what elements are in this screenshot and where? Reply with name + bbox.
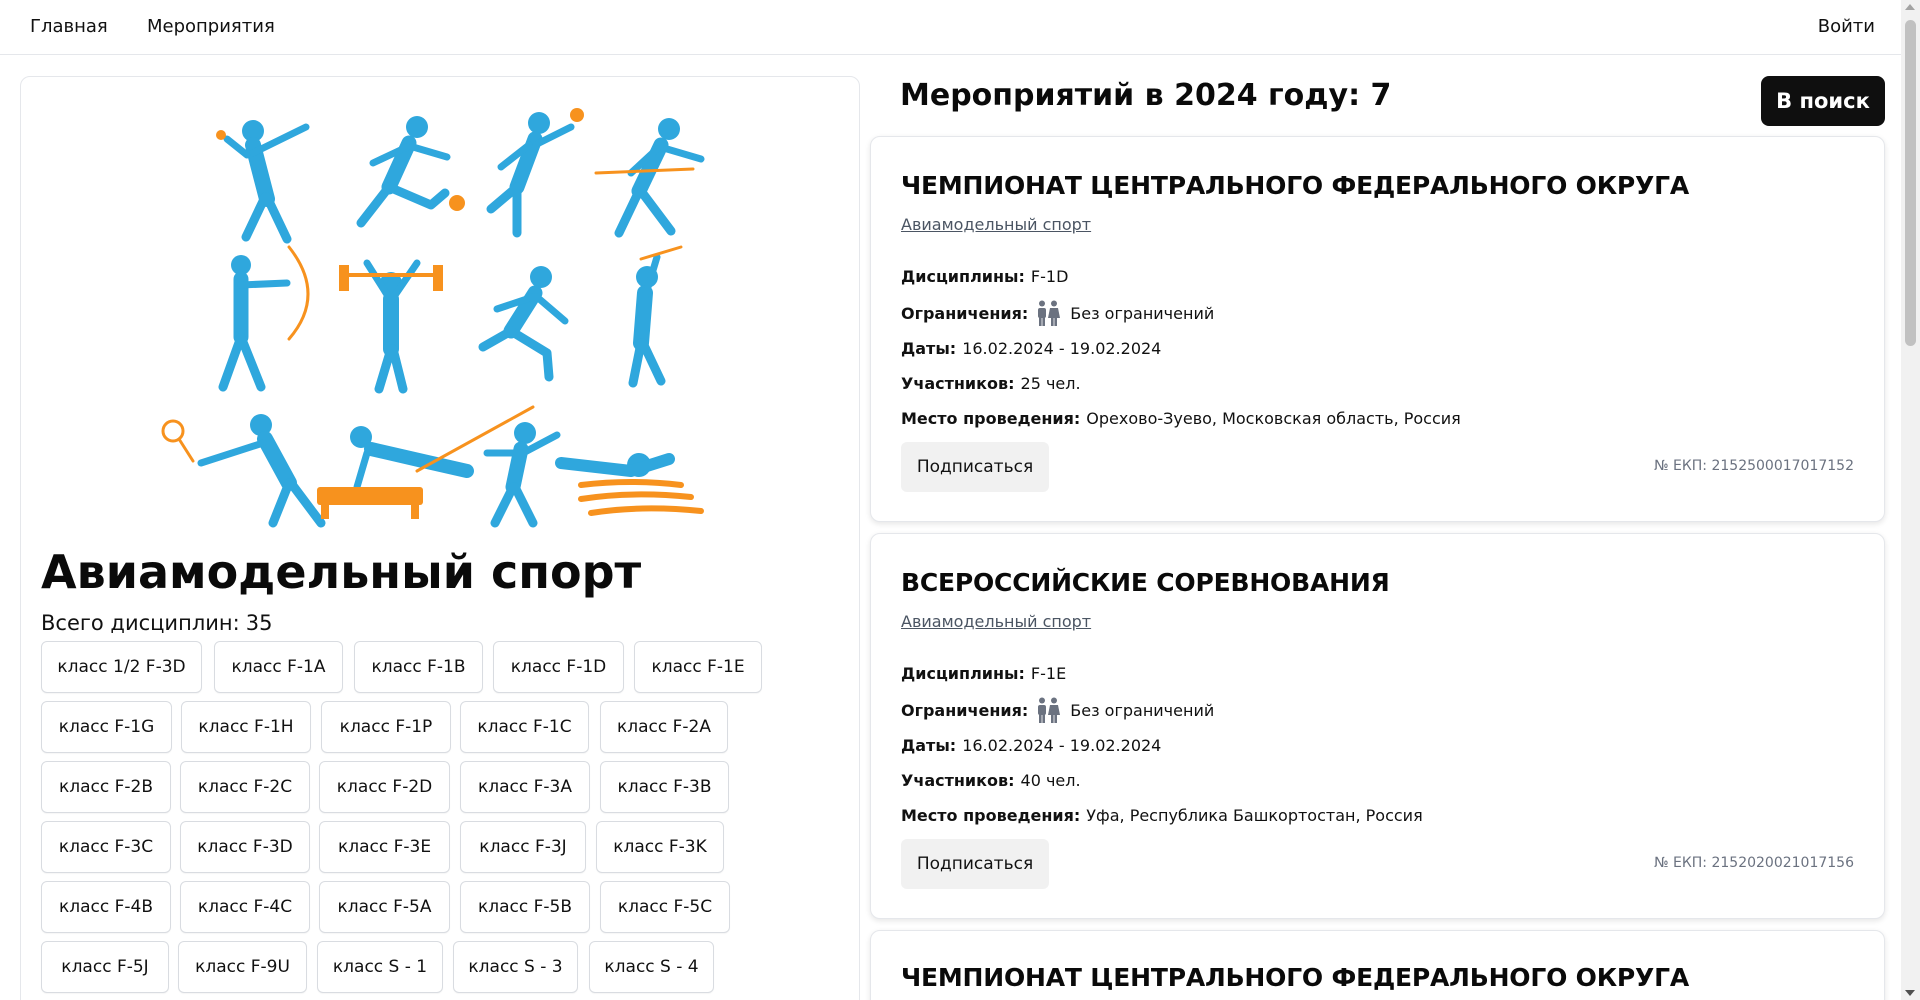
nav-home-link[interactable]: Главная: [30, 16, 108, 37]
discipline-chip[interactable]: класс F-3E: [319, 821, 450, 873]
subscribe-button[interactable]: Подписаться: [901, 442, 1049, 492]
sport-info-panel: Авиамодельный спорт Всего дисциплин: 35 к…: [20, 76, 860, 1000]
events-count-heading: Мероприятий в 2024 году: 7: [900, 78, 1392, 113]
event-restrictions: Ограничения: Без ограничений: [901, 300, 1214, 326]
ekp-number: № ЕКП: 2152500017017152: [1653, 458, 1854, 474]
discipline-chip[interactable]: класс F-1G: [41, 701, 172, 753]
event-card: ЧЕМПИОНАТ ЦЕНТРАЛЬНОГО ФЕДЕРАЛЬНОГО ОКРУ…: [870, 930, 1885, 1000]
discipline-chip[interactable]: класс F-3B: [600, 761, 729, 813]
discipline-chip[interactable]: класс F-5J: [41, 941, 169, 993]
event-title: ЧЕМПИОНАТ ЦЕНТРАЛЬНОГО ФЕДЕРАЛЬНОГО ОКРУ…: [901, 171, 1690, 200]
event-sport-link[interactable]: Авиамодельный спорт: [901, 215, 1091, 234]
disciplines-label: Дисциплины:: [901, 664, 1025, 683]
restrictions-value: Без ограничений: [1070, 700, 1215, 720]
search-button[interactable]: В поиск: [1761, 76, 1885, 126]
discipline-chip[interactable]: класс F-2D: [319, 761, 450, 813]
discipline-chip[interactable]: класс F-5A: [319, 881, 450, 933]
ekp-number: № ЕКП: 2152020021017156: [1653, 855, 1854, 871]
event-title: ЧЕМПИОНАТ ЦЕНТРАЛЬНОГО ФЕДЕРАЛЬНОГО ОКРУ…: [901, 963, 1690, 992]
discipline-chip[interactable]: класс F-3A: [460, 761, 590, 813]
event-dates: Даты: 16.02.2024 - 19.02.2024: [901, 736, 1161, 755]
discipline-chip[interactable]: класс F-1D: [493, 641, 624, 693]
discipline-chip[interactable]: класс F-2A: [600, 701, 728, 753]
discipline-chip[interactable]: класс F-1B: [354, 641, 483, 693]
place-label: Место проведения:: [901, 409, 1081, 428]
event-card: ЧЕМПИОНАТ ЦЕНТРАЛЬНОГО ФЕДЕРАЛЬНОГО ОКРУ…: [870, 136, 1885, 522]
event-participants: Участников: 40 чел.: [901, 771, 1081, 790]
event-sport-link[interactable]: Авиамодельный спорт: [901, 612, 1091, 631]
restrictions-value: Без ограничений: [1070, 303, 1215, 323]
discipline-chip[interactable]: класс F-4C: [180, 881, 310, 933]
disciplines-label: Дисциплины:: [901, 267, 1025, 286]
participants-value: 40 чел.: [1020, 771, 1081, 790]
event-card: ВСЕРОССИЙСКИЕ СОРЕВНОВАНИЯ Авиамодельный…: [870, 533, 1885, 919]
discipline-chip[interactable]: класс F-1A: [214, 641, 343, 693]
dates-value: 16.02.2024 - 19.02.2024: [962, 736, 1162, 755]
restrictions-label: Ограничения:: [901, 700, 1029, 720]
discipline-chip[interactable]: класс S - 4: [589, 941, 714, 993]
scrollbar-thumb[interactable]: [1905, 20, 1916, 346]
login-link[interactable]: Войти: [1818, 16, 1875, 37]
disciplines-count-label: Всего дисциплин:: [41, 611, 240, 635]
place-label: Место проведения:: [901, 806, 1081, 825]
discipline-chip[interactable]: класс F-3D: [180, 821, 310, 873]
discipline-chip[interactable]: класс 1/2 F-3D: [41, 641, 202, 693]
man-woman-icon: [1038, 697, 1061, 723]
disciplines-value: F-1D: [1030, 267, 1069, 286]
restrictions-label: Ограничения:: [901, 303, 1029, 323]
subscribe-button[interactable]: Подписаться: [901, 839, 1049, 889]
dates-label: Даты:: [901, 736, 957, 755]
discipline-chip[interactable]: класс F-5C: [600, 881, 730, 933]
nav-events-link[interactable]: Мероприятия: [147, 16, 275, 37]
sports-pictograms-illustration: [161, 108, 705, 528]
place-value: Уфа, Республика Башкортостан, Россия: [1086, 806, 1423, 825]
participants-value: 25 чел.: [1020, 374, 1081, 393]
discipline-chip[interactable]: класс F-9U: [178, 941, 307, 993]
dates-value: 16.02.2024 - 19.02.2024: [962, 339, 1162, 358]
disciplines-count-value: 35: [245, 611, 273, 635]
disciplines-value: F-1E: [1030, 664, 1067, 683]
top-nav: Главная Мероприятия Войти: [0, 0, 1901, 55]
discipline-chip[interactable]: класс F-4B: [41, 881, 171, 933]
discipline-chip[interactable]: класс F-3C: [41, 821, 171, 873]
event-place: Место проведения: Уфа, Республика Башкорт…: [901, 806, 1423, 825]
discipline-chip[interactable]: класс F-3J: [460, 821, 586, 873]
event-place: Место проведения: Орехово-Зуево, Московск…: [901, 409, 1461, 428]
discipline-chip[interactable]: класс F-1H: [181, 701, 311, 753]
event-disciplines: Дисциплины: F-1E: [901, 664, 1066, 683]
discipline-chip[interactable]: класс S - 1: [317, 941, 443, 993]
scroll-up-arrow-icon[interactable]: [1905, 4, 1915, 10]
scroll-down-arrow-icon[interactable]: [1905, 990, 1915, 996]
discipline-chip[interactable]: класс S - 3: [453, 941, 578, 993]
participants-label: Участников:: [901, 374, 1015, 393]
event-dates: Даты: 16.02.2024 - 19.02.2024: [901, 339, 1161, 358]
discipline-chip[interactable]: класс F-1E: [634, 641, 762, 693]
event-disciplines: Дисциплины: F-1D: [901, 267, 1068, 286]
dates-label: Даты:: [901, 339, 957, 358]
place-value: Орехово-Зуево, Московская область, Росси…: [1086, 409, 1461, 428]
discipline-chip[interactable]: класс F-3K: [596, 821, 724, 873]
discipline-chip[interactable]: класс F-2C: [180, 761, 310, 813]
event-participants: Участников: 25 чел.: [901, 374, 1081, 393]
discipline-chip[interactable]: класс F-1P: [321, 701, 451, 753]
man-woman-icon: [1038, 300, 1061, 326]
disciplines-count: Всего дисциплин: 35: [41, 611, 272, 635]
discipline-chip[interactable]: класс F-2B: [41, 761, 171, 813]
page-scrollbar[interactable]: [1901, 0, 1920, 1000]
discipline-chip[interactable]: класс F-5B: [460, 881, 590, 933]
participants-label: Участников:: [901, 771, 1015, 790]
event-title: ВСЕРОССИЙСКИЕ СОРЕВНОВАНИЯ: [901, 568, 1390, 597]
sport-title: Авиамодельный спорт: [41, 545, 642, 599]
discipline-chip[interactable]: класс F-1C: [460, 701, 589, 753]
event-restrictions: Ограничения: Без ограничений: [901, 697, 1214, 723]
